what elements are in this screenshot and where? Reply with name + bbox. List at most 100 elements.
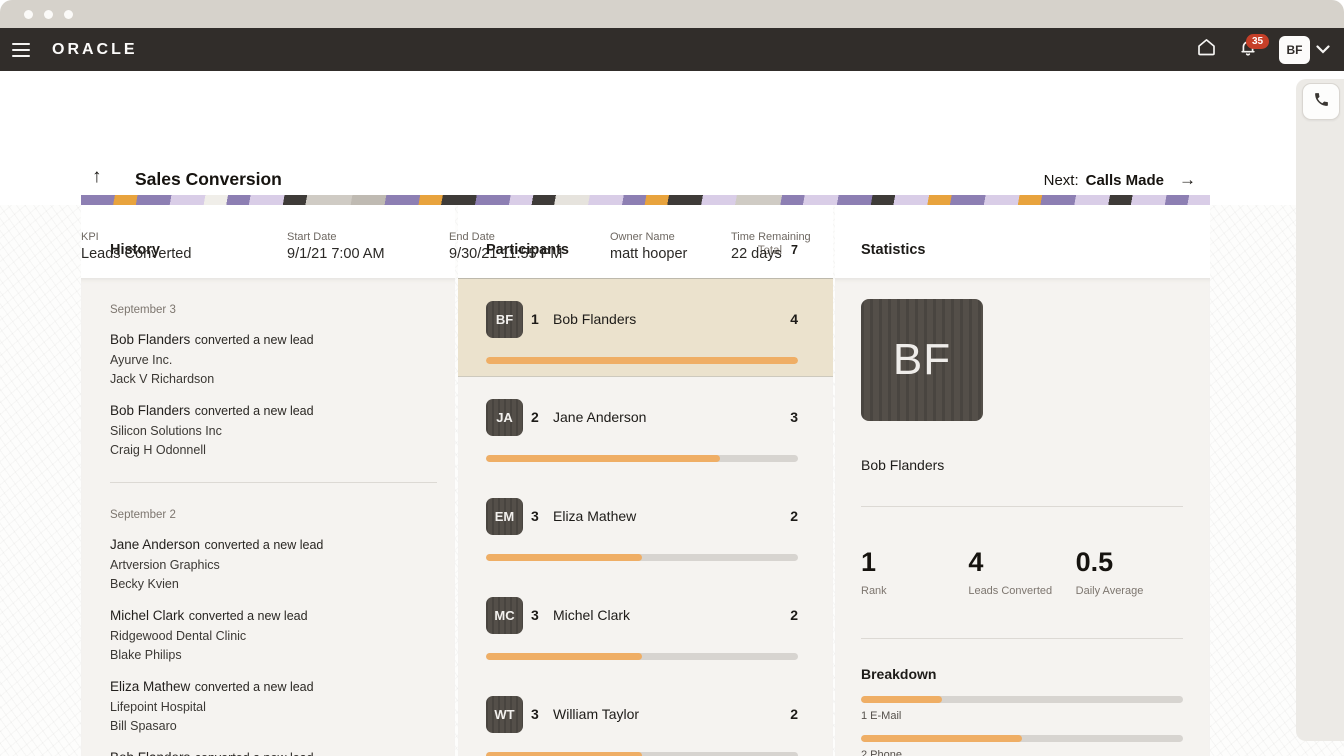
kpi-value: 22 days	[731, 246, 861, 262]
history-actor: Michel Clark	[110, 608, 184, 623]
history-actor: Eliza Mathew	[110, 679, 190, 694]
participant-rank: 2	[531, 409, 539, 425]
progress-track	[486, 653, 798, 660]
progress-track	[861, 735, 1183, 742]
participant-score: 2	[790, 706, 798, 722]
app-navbar: ORACLE 35 BF	[0, 28, 1344, 71]
history-company: Ayurve Inc.	[110, 352, 437, 368]
history-action: converted a new lead	[195, 680, 314, 694]
kpi-value: matt hooper	[610, 246, 731, 262]
stat-item: 1 Rank	[861, 547, 968, 597]
kpi-label: KPI	[81, 231, 287, 243]
statistics-panel-header: Statistics	[835, 205, 1210, 278]
kpi-summary-row: KPI Leads Converted Start Date 9/1/21 7:…	[81, 231, 861, 262]
arrow-up-icon: ↑	[92, 166, 102, 187]
progress-fill	[861, 696, 942, 703]
next-kpi-link[interactable]: Next: Calls Made →	[1044, 170, 1196, 190]
notifications-button[interactable]: 35	[1231, 33, 1265, 67]
participant-row[interactable]: MC 3 Michel Clark 2	[458, 575, 833, 674]
participant-row[interactable]: EM 3 Eliza Mathew 2	[458, 476, 833, 575]
progress-fill	[486, 752, 642, 756]
breakdown-list: 1 E-Mail 2 Phone	[861, 696, 1183, 756]
participant-avatar-large: BF	[861, 299, 983, 421]
participant-avatar: MC	[486, 597, 523, 634]
participant-name: Bob Flanders	[861, 457, 1183, 473]
progress-fill	[486, 653, 642, 660]
divider	[861, 638, 1183, 639]
participant-row[interactable]: JA 2 Jane Anderson 3	[458, 377, 833, 476]
menu-icon[interactable]	[12, 39, 30, 61]
progress-track	[486, 357, 798, 364]
participant-name: Bob Flanders	[553, 311, 636, 327]
kpi-item: Start Date 9/1/21 7:00 AM	[287, 231, 449, 262]
breakdown-label: 2 Phone	[861, 749, 1183, 756]
history-group: September 2 Jane Anderson converted a ne…	[110, 509, 437, 756]
history-company: Silicon Solutions Inc	[110, 423, 437, 439]
history-entry: Jane Anderson converted a new lead Artve…	[110, 536, 437, 592]
history-actor: Jane Anderson	[110, 537, 200, 552]
history-company: Artversion Graphics	[110, 557, 437, 573]
history-group: September 3 Bob Flanders converted a new…	[110, 304, 437, 458]
participant-score: 3	[790, 409, 798, 425]
window-control-dot[interactable]	[64, 10, 73, 19]
arrow-right-icon: →	[1179, 170, 1196, 190]
history-list: September 3 Bob Flanders converted a new…	[81, 278, 455, 756]
participant-row[interactable]: BF 1 Bob Flanders 4	[458, 278, 833, 377]
home-icon	[1196, 37, 1217, 62]
window-control-dot[interactable]	[24, 10, 33, 19]
participant-score: 2	[790, 508, 798, 524]
kpi-value: Leads Converted	[81, 246, 287, 262]
participants-list: BF 1 Bob Flanders 4 JA 2 Jane Anderson 3…	[458, 278, 833, 756]
statistics-detail: BF Bob Flanders 1 Rank 4 Leads Converted…	[835, 278, 1210, 756]
participant-avatar: WT	[486, 696, 523, 733]
stat-value: 1	[861, 547, 968, 578]
page-title: Sales Conversion	[135, 169, 282, 190]
next-kpi-name: Calls Made	[1086, 172, 1164, 189]
home-button[interactable]	[1189, 33, 1223, 67]
kpi-value: 9/30/21 11:55 PM	[449, 246, 610, 262]
progress-track	[861, 696, 1183, 703]
decorative-banner	[81, 195, 1210, 205]
history-date: September 2	[110, 509, 437, 521]
history-actor: Bob Flanders	[110, 332, 190, 347]
stat-label: Daily Average	[1076, 585, 1183, 597]
kpi-item: End Date 9/30/21 11:55 PM	[449, 231, 610, 262]
stat-value: 4	[968, 547, 1075, 578]
participant-name: Jane Anderson	[553, 409, 646, 425]
window-control-dot[interactable]	[44, 10, 53, 19]
scroll-up-button[interactable]: ↑	[92, 166, 102, 188]
participant-avatar: BF	[486, 301, 523, 338]
notification-badge: 35	[1246, 34, 1269, 49]
history-contact: Bill Spasaro	[110, 718, 437, 734]
history-company: Ridgewood Dental Clinic	[110, 628, 437, 644]
kpi-label: End Date	[449, 231, 610, 243]
breakdown-title: Breakdown	[861, 666, 1183, 682]
participant-name: Eliza Mathew	[553, 508, 636, 524]
history-divider	[110, 482, 437, 483]
history-action: converted a new lead	[195, 751, 314, 756]
participant-rank: 3	[531, 607, 539, 623]
breakdown-label: 1 E-Mail	[861, 710, 1183, 722]
user-avatar[interactable]: BF	[1279, 36, 1310, 64]
breakdown-item: 1 E-Mail	[861, 696, 1183, 722]
participant-row[interactable]: WT 3 William Taylor 2	[458, 674, 833, 756]
progress-track	[486, 554, 798, 561]
history-contact: Becky Kvien	[110, 576, 437, 592]
stat-label: Leads Converted	[968, 585, 1075, 597]
stat-value: 0.5	[1076, 547, 1183, 578]
history-entry: Michel Clark converted a new lead Ridgew…	[110, 607, 437, 663]
statistics-panel: Statistics BF Bob Flanders 1 Rank 4 Lead…	[835, 205, 1210, 756]
history-entry: Eliza Mathew converted a new lead Lifepo…	[110, 678, 437, 734]
kpi-label: Start Date	[287, 231, 449, 243]
kpi-item: KPI Leads Converted	[81, 231, 287, 262]
user-menu-button[interactable]	[1316, 41, 1330, 59]
participant-rank: 3	[531, 706, 539, 722]
progress-track	[486, 752, 798, 756]
main-content: History September 3 Bob Flanders convert…	[81, 205, 1210, 756]
stats-row: 1 Rank 4 Leads Converted 0.5 Daily Avera…	[861, 547, 1183, 597]
history-company: Lifepoint Hospital	[110, 699, 437, 715]
history-actor: Bob Flanders	[110, 403, 190, 418]
history-entry: Bob Flanders converted a new lead Silico…	[110, 402, 437, 458]
progress-fill	[486, 554, 642, 561]
call-button[interactable]	[1302, 83, 1340, 120]
